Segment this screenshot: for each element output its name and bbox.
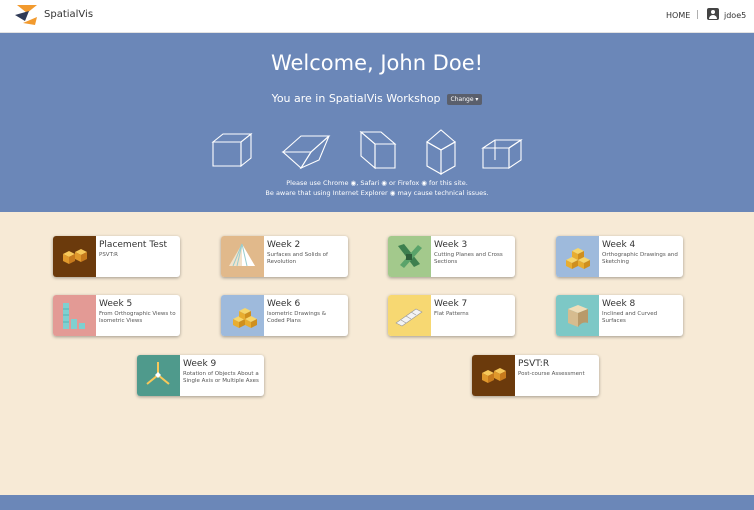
module-subtitle: Post-course Assessment [518, 371, 585, 377]
module-card-placement-test[interactable]: Placement Test PSVT:R [53, 236, 180, 277]
module-title: Week 5 [99, 299, 133, 309]
curved-block-icon [568, 305, 588, 327]
footer-bar [0, 495, 754, 510]
module-thumbnail [388, 295, 431, 336]
cubes-pair-icon [482, 368, 506, 383]
block-columns-icon [63, 303, 85, 329]
cube-stack-icon [233, 308, 257, 328]
module-title: PSVT:R [518, 359, 550, 369]
spatialvis-logo-icon[interactable] [11, 3, 41, 27]
module-card-week-6[interactable]: Week 6 Isometric Drawings & Coded Plans [221, 295, 348, 336]
module-thumbnail [53, 295, 96, 336]
module-card-week-9[interactable]: Week 9 Rotation of Objects About a Singl… [137, 355, 264, 396]
module-thumbnail [53, 236, 96, 277]
app-name[interactable]: SpatialVis [44, 9, 93, 20]
cube-outline-icon [211, 132, 253, 168]
module-subtitle: Flat Patterns [434, 311, 469, 317]
module-subtitle: Inclined and Curved Surfaces [602, 311, 658, 324]
welcome-banner: Welcome, John Doe! You are in SpatialVis… [0, 33, 754, 212]
module-title: Week 9 [183, 359, 217, 369]
nav-home-link[interactable]: HOME [666, 11, 690, 20]
module-subtitle: Rotation of Objects About a Single Axis … [183, 371, 259, 384]
module-card-week-5[interactable]: Week 5 From Orthographic Views to Isomet… [53, 295, 180, 336]
module-thumbnail [472, 355, 515, 396]
module-subtitle: Cutting Planes and Cross Sections [434, 252, 503, 265]
module-subtitle: Surfaces and Solids of Revolution [267, 252, 328, 265]
stacked-cubes-icon [566, 248, 590, 269]
module-thumbnail [221, 236, 264, 277]
pyramid-icon [229, 243, 255, 267]
module-card-week-8[interactable]: Week 8 Inclined and Curved Surfaces [556, 295, 683, 336]
module-subtitle: Orthographic Drawings and Sketching [602, 252, 678, 265]
module-thumbnail [221, 295, 264, 336]
module-subtitle: PSVT:R [99, 252, 119, 258]
change-workshop-button[interactable]: Change ▾ [446, 93, 483, 105]
module-thumbnail [137, 355, 180, 396]
module-title: Week 8 [602, 299, 636, 309]
browser-note-line-1: Please use Chrome ◉, Safari ◉ or Firefox… [286, 179, 468, 187]
welcome-heading: Welcome, John Doe! [270, 51, 484, 75]
module-subtitle: From Orthographic Views to Isometric Vie… [99, 311, 176, 324]
prism-outline-icon [281, 135, 331, 170]
module-card-week-3[interactable]: Week 3 Cutting Planes and Cross Sections [388, 236, 515, 277]
module-title: Placement Test [99, 240, 168, 250]
module-thumbnail [556, 295, 599, 336]
flat-pattern-icon [395, 308, 423, 327]
module-title: Week 2 [267, 240, 301, 250]
nav-separator: | [696, 10, 700, 20]
module-title: Week 7 [434, 299, 468, 309]
module-title: Week 3 [434, 240, 468, 250]
module-card-week-4[interactable]: Week 4 Orthographic Drawings and Sketchi… [556, 236, 683, 277]
module-card-week-7[interactable]: Week 7 Flat Patterns [388, 295, 515, 336]
wedge-outline-icon [481, 138, 523, 170]
module-card-week-2[interactable]: Week 2 Surfaces and Solids of Revolution [221, 236, 348, 277]
box-outline-icon [359, 130, 397, 170]
module-title: Week 4 [602, 240, 636, 250]
top-navbar: SpatialVis HOME | jdoe5 [0, 0, 754, 33]
module-card-psvtr[interactable]: PSVT:R Post-course Assessment [472, 355, 599, 396]
workshop-text: You are in SpatialVis Workshop [271, 92, 441, 105]
browser-note-line-2: Be aware that using Internet Explorer ◉ … [265, 189, 489, 197]
browser-note: Please use Chrome ◉, Safari ◉ or Firefox… [0, 178, 754, 198]
cross-section-icon [398, 244, 422, 268]
module-subtitle: Isometric Drawings & Coded Plans [267, 311, 327, 324]
cubes-pair-icon [63, 249, 87, 264]
isometric-shapes-illustration [211, 129, 523, 175]
username-link[interactable]: jdoe5 [724, 11, 746, 20]
module-title: Week 6 [267, 299, 301, 309]
user-icon[interactable] [707, 8, 719, 20]
workshop-line: You are in SpatialVis Workshop Change ▾ [0, 92, 754, 105]
module-thumbnail [556, 236, 599, 277]
crystal-outline-icon [426, 129, 456, 175]
module-thumbnail [388, 236, 431, 277]
rotation-axes-icon [146, 362, 170, 385]
